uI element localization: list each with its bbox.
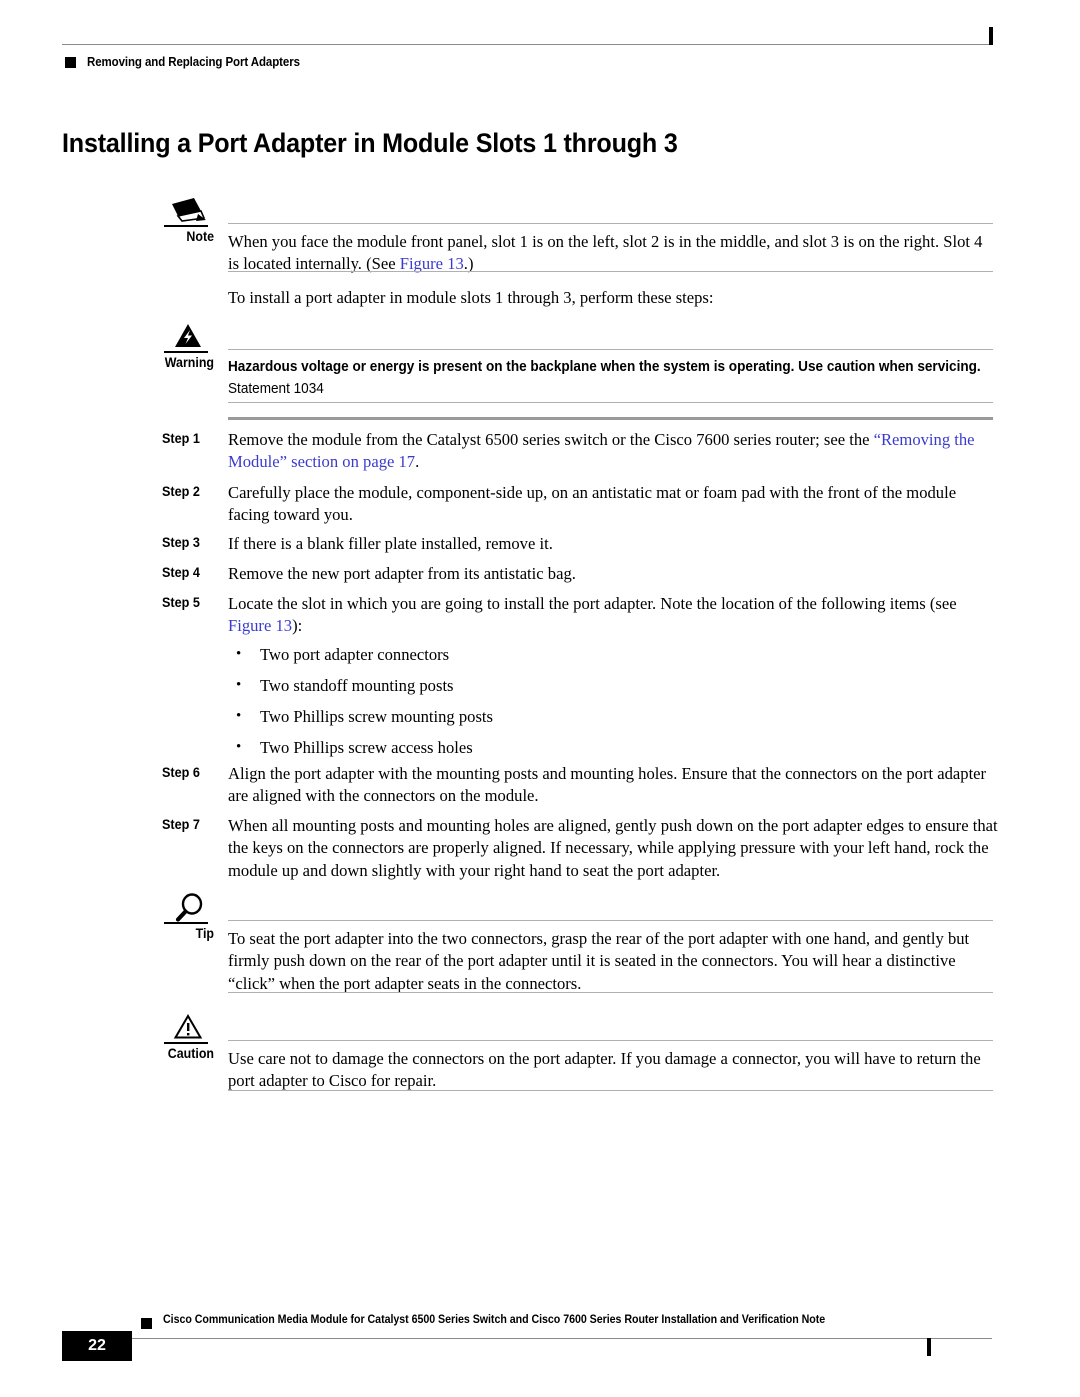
note-icon-underline — [164, 225, 208, 227]
magnifier-icon — [168, 893, 214, 923]
footer-crop-tick — [927, 1338, 931, 1356]
running-header-title: Removing and Replacing Port Adapters — [87, 55, 300, 69]
step-text: Align the port adapter with the mounting… — [228, 764, 987, 806]
step-text-part1: Locate the slot in which you are going t… — [228, 594, 957, 613]
tip-label: Tip — [195, 926, 214, 941]
note-body: When you face the module front panel, sl… — [228, 223, 993, 276]
step-text: When all mounting posts and mounting hol… — [228, 816, 998, 880]
step-label: Step 6 — [162, 765, 200, 780]
footer-rule — [62, 1338, 992, 1339]
step-text: Remove the new port adapter from its ant… — [228, 564, 576, 583]
list-item: Two port adapter connectors — [228, 643, 828, 666]
step-text: Carefully place the module, component-si… — [228, 483, 957, 525]
footer-document-title: Cisco Communication Media Module for Cat… — [163, 1313, 826, 1326]
step-label: Step 5 — [162, 595, 200, 610]
step-label: Step 3 — [162, 535, 200, 550]
warning-statement: Statement 1034 — [228, 380, 324, 397]
intro-paragraph: To install a port adapter in module slot… — [228, 288, 714, 307]
caution-icon-underline — [164, 1042, 208, 1044]
list-item: Two Phillips screw access holes — [228, 736, 828, 759]
step-text-part1: Remove the module from the Catalyst 6500… — [228, 430, 874, 449]
note-text: When you face the module front panel, sl… — [228, 223, 993, 276]
caution-rule-bottom — [228, 1090, 993, 1091]
page-number: 22 — [88, 1337, 106, 1354]
page-title: Installing a Port Adapter in Module Slot… — [62, 128, 678, 158]
running-header: Removing and Replacing Port Adapters — [62, 27, 993, 78]
list-item: Two standoff mounting posts — [228, 674, 828, 697]
header-crop-tick — [989, 27, 993, 45]
note-rule-bottom — [228, 271, 993, 272]
warning-icon-underline — [164, 351, 208, 353]
tip-text: To seat the port adapter into the two co… — [228, 929, 970, 993]
steps-separator-rule — [228, 417, 993, 420]
step-label: Step 7 — [162, 817, 200, 832]
caution-text: Use care not to damage the connectors on… — [228, 1049, 981, 1091]
warning-text: Hazardous voltage or energy is present o… — [228, 349, 993, 400]
figure-13-link[interactable]: Figure 13 — [228, 616, 292, 635]
caution-triangle-icon — [168, 1013, 214, 1043]
note-text-part1: When you face the module front panel, sl… — [228, 232, 983, 274]
warning-rule-bottom — [228, 402, 993, 403]
tip-icon-underline — [164, 922, 208, 924]
caution-body: Use care not to damage the connectors on… — [228, 1040, 993, 1093]
warning-label: Warning — [164, 355, 214, 370]
step-label: Step 1 — [162, 431, 200, 446]
caution-label: Caution — [167, 1046, 214, 1061]
items-bullet-list: Two port adapter connectors Two standoff… — [228, 643, 828, 768]
step-text: If there is a blank filler plate install… — [228, 534, 553, 553]
header-rule — [62, 44, 992, 45]
step-label: Step 4 — [162, 565, 200, 580]
step-label: Step 2 — [162, 484, 200, 499]
list-item: Two Phillips screw mounting posts — [228, 705, 828, 728]
warning-body: Hazardous voltage or energy is present o… — [228, 349, 993, 400]
black-square-icon — [141, 1318, 152, 1329]
step-text: Locate the slot in which you are going t… — [228, 593, 998, 638]
warning-lightning-triangle-icon — [168, 322, 214, 352]
step-text-part2: ): — [292, 616, 303, 636]
tip-body: To seat the port adapter into the two co… — [228, 920, 993, 995]
step-text-part2: . — [415, 452, 420, 472]
black-square-icon — [65, 57, 76, 68]
document-page: Removing and Replacing Port Adapters Ins… — [0, 0, 1080, 1397]
tip-rule-bottom — [228, 992, 993, 993]
note-label: Note — [186, 229, 214, 244]
step-text: Remove the module from the Catalyst 6500… — [228, 429, 998, 474]
pencil-icon — [168, 196, 214, 226]
warning-bold-text: Hazardous voltage or energy is present o… — [228, 359, 981, 375]
